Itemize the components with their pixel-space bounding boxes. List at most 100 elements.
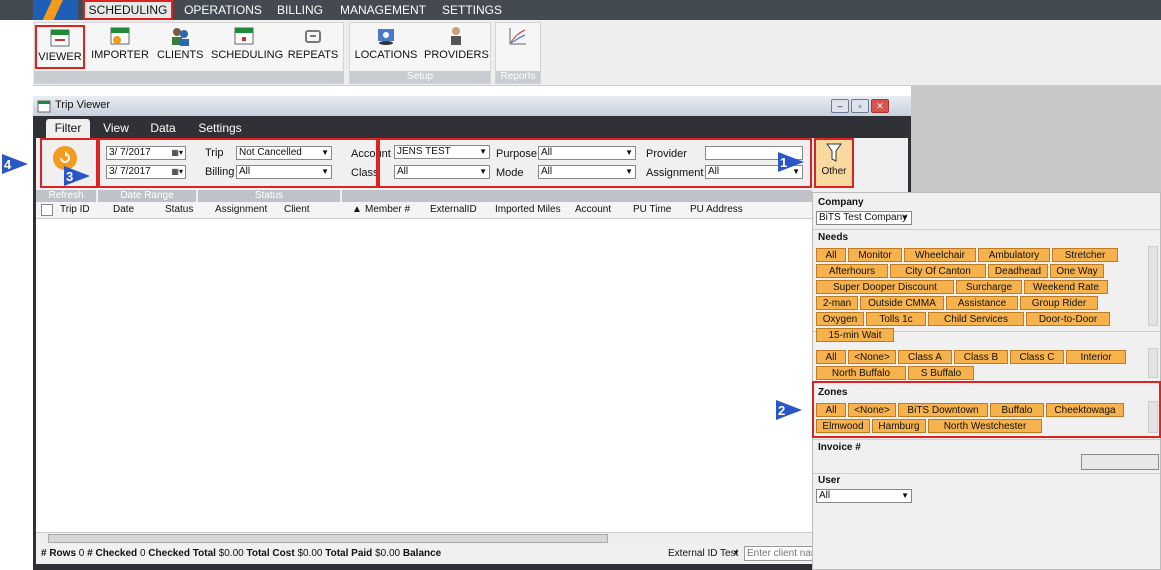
repeats-button[interactable]: REPEATS: [287, 25, 339, 69]
menu-operations[interactable]: OPERATIONS: [180, 0, 266, 20]
needs-chip[interactable]: Door-to-Door: [1026, 312, 1110, 326]
close-icon[interactable]: ✕: [871, 99, 889, 113]
zone-chip[interactable]: Buffalo: [990, 403, 1044, 417]
needs-chip[interactable]: All: [816, 248, 846, 262]
background-area: [911, 86, 1161, 192]
column-member[interactable]: Member #: [365, 202, 410, 218]
ribbon-group-reports: Reports: [495, 22, 541, 84]
tab-data[interactable]: Data: [144, 119, 182, 138]
needs-chip[interactable]: Assistance: [946, 296, 1018, 310]
needs-chip[interactable]: Deadhead: [988, 264, 1048, 278]
needs-chip[interactable]: Super Dooper Discount: [816, 280, 954, 294]
horizontal-scrollbar[interactable]: [36, 532, 908, 544]
zone-chip[interactable]: BiTS Downtown: [898, 403, 988, 417]
column-date[interactable]: Date: [113, 202, 134, 218]
scheduling-button[interactable]: SCHEDULING: [211, 25, 283, 69]
status-group-label: Status: [198, 190, 340, 202]
column-status[interactable]: Status: [165, 202, 193, 218]
clients-button[interactable]: CLIENTS: [157, 25, 203, 69]
needs-title: Needs: [818, 232, 849, 243]
reports-button[interactable]: [500, 25, 536, 69]
needs-chip[interactable]: Stretcher: [1052, 248, 1118, 262]
menu-scheduling[interactable]: SCHEDULING: [83, 0, 173, 20]
other-filter-button[interactable]: Other: [814, 138, 854, 188]
repeats-label: REPEATS: [287, 49, 339, 61]
divider: [813, 229, 1160, 230]
needs-chip[interactable]: Monitor: [848, 248, 902, 262]
locations-button[interactable]: LOCATIONS: [354, 25, 418, 69]
trip-grid: Trip ID Date Status Assignment Client ▲ …: [36, 202, 908, 538]
client-class-chip[interactable]: North Buffalo: [816, 366, 906, 380]
date-range-group-label: Date Range: [98, 190, 196, 202]
other-label: Other: [821, 166, 847, 177]
zone-chip[interactable]: North Westchester: [928, 419, 1042, 433]
column-imported-miles[interactable]: Imported Miles: [495, 202, 561, 218]
column-trip-id[interactable]: Trip ID: [60, 202, 90, 218]
restore-icon[interactable]: ▫: [851, 99, 869, 113]
other-filter-popup: Company BiTS Test Company Needs Client C…: [812, 192, 1161, 570]
providers-button[interactable]: PROVIDERS: [424, 25, 489, 69]
column-assignment[interactable]: Assignment: [215, 202, 267, 218]
zone-chip[interactable]: <None>: [848, 403, 896, 417]
needs-chip[interactable]: Ambulatory: [978, 248, 1050, 262]
providers-label: PROVIDERS: [424, 49, 489, 61]
client-class-chip[interactable]: Class B: [954, 350, 1008, 364]
calendar-icon: [37, 100, 51, 113]
menu-management[interactable]: MANAGEMENT: [336, 0, 430, 20]
tab-view[interactable]: View: [98, 119, 134, 138]
column-account[interactable]: Account: [575, 202, 611, 218]
needs-chip[interactable]: Group Rider: [1020, 296, 1098, 310]
needs-chip[interactable]: Outside CMMA: [860, 296, 944, 310]
menu-settings[interactable]: SETTINGS: [438, 0, 506, 20]
column-external-id[interactable]: ExternalID: [430, 202, 477, 218]
needs-chip[interactable]: City Of Canton: [890, 264, 986, 278]
viewer-button[interactable]: VIEWER: [35, 25, 85, 69]
total-paid-label: Total Paid: [325, 548, 373, 559]
menu-billing[interactable]: BILLING: [272, 0, 328, 20]
zone-chip[interactable]: Elmwood: [816, 419, 870, 433]
column-pu-address[interactable]: PU Address: [690, 202, 743, 218]
client-class-chip[interactable]: Class A: [898, 350, 952, 364]
column-pu-time[interactable]: PU Time: [633, 202, 671, 218]
calendar-icon: [50, 29, 70, 47]
needs-chip[interactable]: 15-min Wait: [816, 328, 894, 342]
classes-scrollbar[interactable]: [1148, 348, 1158, 378]
clients-icon: [172, 28, 189, 46]
needs-chip[interactable]: Surcharge: [956, 280, 1022, 294]
invoice-field[interactable]: [1081, 454, 1159, 470]
zone-chip[interactable]: All: [816, 403, 846, 417]
company-select[interactable]: BiTS Test Company: [816, 211, 912, 225]
needs-chip[interactable]: Oxygen: [816, 312, 864, 326]
client-class-chip[interactable]: S Buffalo: [908, 366, 974, 380]
zones-title: Zones: [818, 387, 848, 398]
column-client[interactable]: Client: [284, 202, 310, 218]
needs-chip[interactable]: Weekend Rate: [1024, 280, 1108, 294]
totals-text: # Rows 0 # Checked 0 Checked Total $0.00…: [41, 548, 441, 559]
needs-chip[interactable]: Child Services: [928, 312, 1024, 326]
minimize-icon[interactable]: –: [831, 99, 849, 113]
needs-scrollbar[interactable]: [1148, 246, 1158, 326]
tab-filter[interactable]: Filter: [46, 119, 90, 138]
tab-settings[interactable]: Settings: [192, 119, 248, 138]
client-class-chip[interactable]: Interior: [1066, 350, 1126, 364]
zone-chip[interactable]: Cheektowaga: [1046, 403, 1124, 417]
needs-chip[interactable]: One Way: [1050, 264, 1104, 278]
user-select[interactable]: All: [816, 489, 912, 503]
client-class-chip[interactable]: Class C: [1010, 350, 1064, 364]
select-all-checkbox[interactable]: [41, 204, 53, 216]
viewer-tabs: Filter View Data Settings: [36, 116, 908, 138]
needs-chip[interactable]: Tolls 1c: [866, 312, 926, 326]
needs-chip[interactable]: 2-man: [816, 296, 858, 310]
scroll-thumb[interactable]: [48, 534, 608, 543]
client-class-chip[interactable]: <None>: [848, 350, 896, 364]
external-id-dropdown[interactable]: External ID Test: [668, 548, 738, 559]
zones-scrollbar[interactable]: [1148, 401, 1158, 433]
needs-chip[interactable]: Afterhours: [816, 264, 888, 278]
funnel-icon: [826, 143, 842, 162]
zone-chip[interactable]: Hamburg: [872, 419, 926, 433]
checked-label: # Checked: [87, 548, 138, 559]
window-title: Trip Viewer: [55, 99, 111, 111]
needs-chip[interactable]: Wheelchair: [904, 248, 976, 262]
importer-button[interactable]: IMPORTER: [91, 25, 149, 69]
client-class-chip[interactable]: All: [816, 350, 846, 364]
